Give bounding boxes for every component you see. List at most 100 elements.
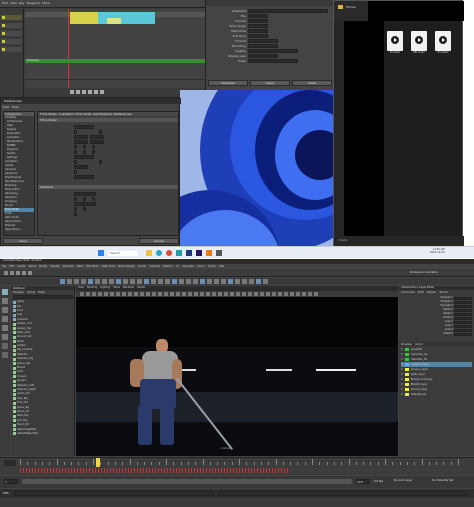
- playback-start-field[interactable]: [74, 134, 88, 139]
- shelf-tool-icon[interactable]: [95, 279, 100, 284]
- channel-value-field[interactable]: [454, 300, 472, 304]
- menu-item[interactable]: Mesh Display: [118, 265, 135, 269]
- layer-visibility-toggle[interactable]: V: [401, 383, 403, 387]
- viewport-tool-icon[interactable]: [110, 292, 114, 296]
- shelf-tool-icon[interactable]: [109, 279, 114, 284]
- menu-item[interactable]: Modify: [39, 265, 47, 269]
- shelf-tool-icon[interactable]: [200, 279, 205, 284]
- viewport-tool-icon[interactable]: [254, 292, 258, 296]
- layout-single-icon[interactable]: [2, 343, 8, 349]
- end-time-field[interactable]: [248, 33, 268, 38]
- checkbox[interactable]: [74, 159, 77, 164]
- viewport-menu-item[interactable]: Show: [113, 286, 120, 290]
- outliner-menu-display[interactable]: Display: [13, 290, 24, 294]
- file-item[interactable]: SEI video: [408, 31, 430, 61]
- range-start-field[interactable]: 1: [4, 479, 18, 484]
- format-dropdown[interactable]: [248, 38, 278, 43]
- cancel-button[interactable]: Cancel: [139, 238, 179, 244]
- channel-value-field[interactable]: [454, 332, 472, 336]
- quality-slider[interactable]: [248, 48, 298, 53]
- layer-color-swatch[interactable]: [404, 353, 409, 356]
- menu-edit[interactable]: Edit: [2, 1, 8, 5]
- outliner-item[interactable]: defaultObjectSet: [13, 432, 74, 436]
- shelf-tool-icon[interactable]: [123, 279, 128, 284]
- select-tool-icon[interactable]: [2, 289, 8, 295]
- viewport-tool-icon[interactable]: [302, 292, 306, 296]
- shelf-tool-icon[interactable]: [102, 279, 107, 284]
- scale-slider[interactable]: [248, 58, 298, 63]
- save-scene-icon[interactable]: [16, 271, 20, 275]
- key-clip-yellow-2[interactable]: [107, 18, 121, 24]
- viewport-tool-icon[interactable]: [146, 292, 150, 296]
- viewport-tool-icon[interactable]: [116, 292, 120, 296]
- path-field[interactable]: [248, 8, 328, 13]
- viewport-menu-item[interactable]: Renderer: [123, 286, 134, 290]
- shelf-tool-icon[interactable]: [81, 279, 86, 284]
- go-to-end-icon[interactable]: [100, 90, 104, 94]
- channel-value-field[interactable]: [454, 320, 472, 324]
- viewport-tool-icon[interactable]: [290, 292, 294, 296]
- viewport-tool-icon[interactable]: [260, 292, 264, 296]
- viewport-tool-icon[interactable]: [182, 292, 186, 296]
- shelf-tool-icon[interactable]: [249, 279, 254, 284]
- open-scene-icon[interactable]: [10, 271, 14, 275]
- checkbox[interactable]: [74, 211, 77, 216]
- menu-item[interactable]: Deform: [163, 265, 172, 269]
- shelf-tool-icon[interactable]: [130, 279, 135, 284]
- track-row-2[interactable]: [1, 23, 22, 28]
- viewport-tool-icon[interactable]: [248, 292, 252, 296]
- paint-select-icon[interactable]: [2, 307, 8, 313]
- shelf-tool-icon[interactable]: [221, 279, 226, 284]
- radio[interactable]: [74, 149, 77, 154]
- range-end-field[interactable]: 120: [356, 479, 370, 484]
- edge-icon[interactable]: [156, 250, 162, 256]
- viewport-tool-icon[interactable]: [212, 292, 216, 296]
- channel-value-field[interactable]: [454, 312, 472, 316]
- viewport-tool-icon[interactable]: [80, 292, 84, 296]
- viewport-tool-icon[interactable]: [188, 292, 192, 296]
- checkbox[interactable]: [99, 129, 102, 134]
- menu-item[interactable]: Generate: [182, 265, 194, 269]
- viewport-tool-icon[interactable]: [140, 292, 144, 296]
- layer-visibility-toggle[interactable]: V: [401, 358, 403, 362]
- taskbar-search[interactable]: Search: [108, 251, 138, 256]
- current-time-marker[interactable]: [68, 9, 69, 89]
- rotate-tool-icon[interactable]: [2, 325, 8, 331]
- scale-tool-icon[interactable]: [2, 334, 8, 340]
- encoding-dropdown[interactable]: [248, 43, 278, 48]
- layer-color-swatch[interactable]: [404, 373, 409, 376]
- play-icon[interactable]: [88, 90, 92, 94]
- menu-edit[interactable]: Edit: [3, 105, 9, 109]
- close-button[interactable]: Close: [292, 80, 332, 86]
- speed-dropdown[interactable]: [74, 201, 96, 206]
- viewport-tool-icon[interactable]: [128, 292, 132, 296]
- time-range-field[interactable]: [248, 23, 268, 28]
- channel-value-field[interactable]: [454, 328, 472, 332]
- shelf-tool-icon[interactable]: [165, 279, 170, 284]
- time-slider[interactable]: [0, 457, 474, 475]
- menu-item[interactable]: Select: [28, 265, 36, 269]
- radio[interactable]: [92, 196, 95, 201]
- outliner-search-input[interactable]: [13, 295, 73, 299]
- dropdown[interactable]: [74, 174, 94, 179]
- layer-tab-anim[interactable]: Anim: [415, 342, 423, 346]
- layout-four-icon[interactable]: [2, 352, 8, 358]
- menu-item[interactable]: Create: [17, 265, 25, 269]
- shelf-tool-icon[interactable]: [60, 279, 65, 284]
- menu-tangents[interactable]: Tangents: [26, 1, 39, 5]
- range-bar[interactable]: [22, 479, 352, 484]
- radio[interactable]: [74, 196, 77, 201]
- layer-visibility-toggle[interactable]: V: [401, 363, 403, 367]
- viewport-tool-icon[interactable]: [296, 292, 300, 296]
- layer-visibility-toggle[interactable]: V: [401, 388, 403, 392]
- layer-visibility-toggle[interactable]: V: [401, 378, 403, 382]
- viewport-tool-icon[interactable]: [266, 292, 270, 296]
- shelf-tool-icon[interactable]: [256, 279, 261, 284]
- radio[interactable]: [83, 144, 86, 149]
- shelf-tool-icon[interactable]: [88, 279, 93, 284]
- viewport-tool-icon[interactable]: [134, 292, 138, 296]
- framerate-dropdown[interactable]: [74, 124, 94, 129]
- checkbox[interactable]: [74, 129, 77, 134]
- outliner-menu-show[interactable]: Show: [27, 290, 35, 294]
- menu-item[interactable]: Edit: [9, 265, 14, 269]
